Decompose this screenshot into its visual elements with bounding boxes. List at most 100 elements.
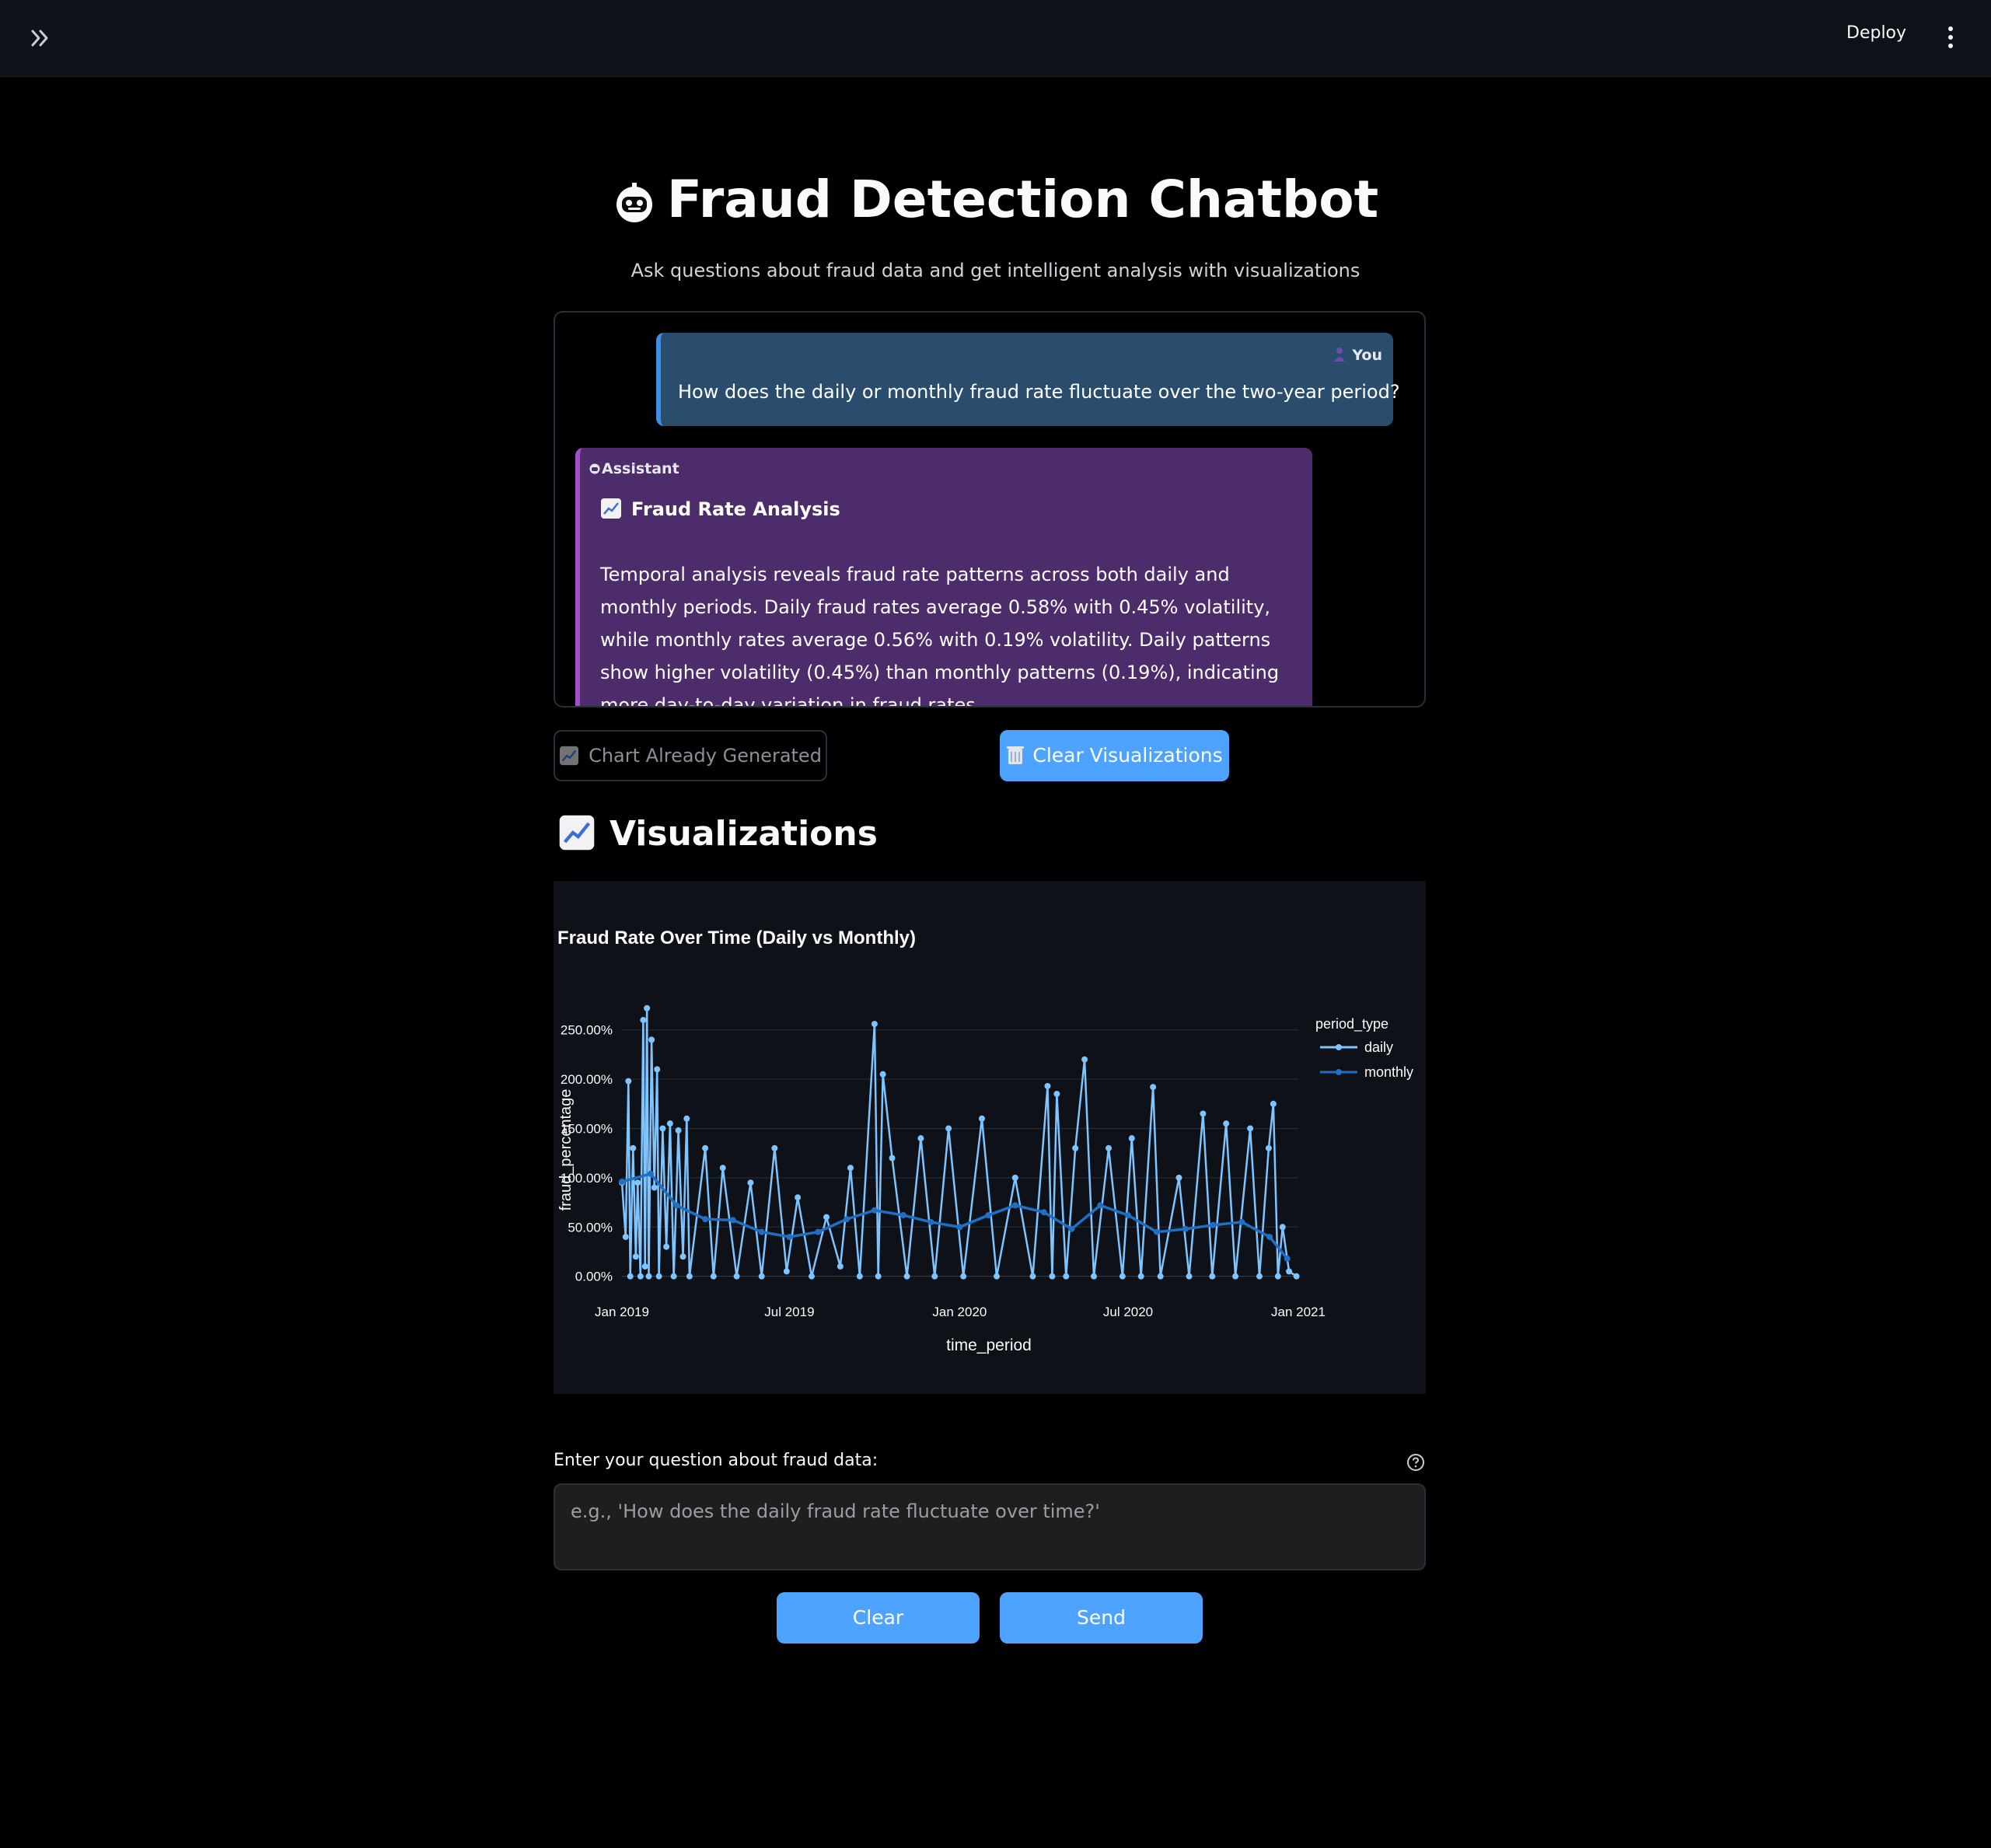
daily-point[interactable] bbox=[1150, 1084, 1157, 1091]
monthly-point[interactable] bbox=[985, 1212, 992, 1219]
daily-point[interactable] bbox=[1119, 1273, 1126, 1280]
daily-point[interactable] bbox=[847, 1165, 854, 1172]
daily-point[interactable] bbox=[1274, 1273, 1281, 1280]
monthly-point[interactable] bbox=[1097, 1202, 1104, 1209]
chart-legend[interactable]: period_type daily monthly bbox=[1315, 1016, 1413, 1080]
daily-point[interactable] bbox=[644, 1004, 651, 1011]
daily-point[interactable] bbox=[670, 1273, 677, 1280]
daily-point[interactable] bbox=[659, 1125, 666, 1132]
daily-point[interactable] bbox=[634, 1179, 641, 1186]
question-input[interactable]: e.g., 'How does the daily fraud rate flu… bbox=[554, 1483, 1426, 1570]
daily-point[interactable] bbox=[679, 1253, 686, 1260]
daily-point[interactable] bbox=[1265, 1144, 1272, 1151]
daily-point[interactable] bbox=[719, 1165, 726, 1172]
daily-point[interactable] bbox=[871, 1021, 878, 1028]
daily-point[interactable] bbox=[1247, 1125, 1254, 1132]
send-button[interactable]: Send bbox=[1000, 1592, 1203, 1644]
monthly-point[interactable] bbox=[1266, 1233, 1273, 1240]
daily-point[interactable] bbox=[1090, 1273, 1097, 1280]
monthly-point[interactable] bbox=[871, 1207, 878, 1214]
daily-point[interactable] bbox=[702, 1144, 709, 1151]
fraud-rate-chart[interactable]: Fraud Rate Over Time (Daily vs Monthly) … bbox=[554, 881, 1426, 1394]
daily-point[interactable] bbox=[795, 1194, 802, 1201]
daily-point[interactable] bbox=[823, 1214, 830, 1221]
daily-point[interactable] bbox=[875, 1273, 882, 1280]
monthly-point[interactable] bbox=[758, 1228, 765, 1235]
monthly-point[interactable] bbox=[1068, 1225, 1075, 1232]
daily-point[interactable] bbox=[978, 1115, 985, 1122]
daily-point[interactable] bbox=[994, 1273, 1001, 1280]
monthly-point[interactable] bbox=[702, 1216, 709, 1223]
daily-point[interactable] bbox=[1157, 1273, 1164, 1280]
daily-point[interactable] bbox=[747, 1179, 754, 1186]
daily-point[interactable] bbox=[1044, 1082, 1051, 1089]
monthly-point[interactable] bbox=[1238, 1218, 1245, 1225]
daily-point[interactable] bbox=[1209, 1273, 1216, 1280]
daily-point[interactable] bbox=[945, 1125, 952, 1132]
daily-point[interactable] bbox=[889, 1155, 896, 1162]
monthly-point[interactable] bbox=[927, 1218, 934, 1225]
daily-point[interactable] bbox=[917, 1135, 924, 1142]
daily-point[interactable] bbox=[630, 1144, 637, 1151]
daily-point[interactable] bbox=[1232, 1273, 1239, 1280]
daily-point[interactable] bbox=[1200, 1110, 1207, 1117]
daily-point[interactable] bbox=[771, 1144, 778, 1151]
monthly-point[interactable] bbox=[647, 1170, 654, 1177]
chat-history[interactable]: You How does the daily or monthly fraud … bbox=[554, 311, 1426, 707]
daily-point[interactable] bbox=[1137, 1273, 1144, 1280]
daily-point[interactable] bbox=[903, 1273, 910, 1280]
daily-point[interactable] bbox=[666, 1120, 673, 1127]
daily-point[interactable] bbox=[733, 1273, 740, 1280]
daily-point[interactable] bbox=[1072, 1144, 1079, 1151]
daily-point[interactable] bbox=[710, 1273, 717, 1280]
daily-point[interactable] bbox=[856, 1273, 863, 1280]
daily-point[interactable] bbox=[1293, 1273, 1300, 1280]
daily-point[interactable] bbox=[783, 1268, 790, 1275]
daily-point[interactable] bbox=[1106, 1144, 1113, 1151]
monthly-point[interactable] bbox=[815, 1228, 822, 1235]
daily-point[interactable] bbox=[1049, 1273, 1056, 1280]
daily-point[interactable] bbox=[627, 1273, 634, 1280]
sidebar-expand-icon[interactable] bbox=[28, 25, 54, 51]
deploy-button[interactable]: Deploy bbox=[1846, 23, 1906, 43]
daily-point[interactable] bbox=[1029, 1273, 1036, 1280]
daily-point[interactable] bbox=[1128, 1135, 1135, 1142]
daily-point[interactable] bbox=[1223, 1120, 1230, 1127]
daily-point[interactable] bbox=[641, 1263, 648, 1270]
daily-point[interactable] bbox=[675, 1127, 682, 1134]
daily-point[interactable] bbox=[654, 1066, 661, 1073]
daily-point[interactable] bbox=[632, 1253, 639, 1260]
clear-button[interactable]: Clear bbox=[777, 1592, 980, 1644]
monthly-point[interactable] bbox=[673, 1202, 680, 1209]
daily-point[interactable] bbox=[637, 1273, 644, 1280]
daily-point[interactable] bbox=[651, 1184, 658, 1191]
monthly-point[interactable] bbox=[1284, 1255, 1291, 1262]
daily-point[interactable] bbox=[655, 1273, 662, 1280]
monthly-point[interactable] bbox=[1153, 1228, 1160, 1235]
daily-point[interactable] bbox=[686, 1273, 693, 1280]
clear-visualizations-button[interactable]: Clear Visualizations bbox=[1000, 730, 1229, 781]
daily-point[interactable] bbox=[648, 1036, 655, 1043]
monthly-point[interactable] bbox=[1125, 1212, 1132, 1219]
daily-point[interactable] bbox=[1186, 1273, 1193, 1280]
daily-point[interactable] bbox=[622, 1233, 629, 1240]
legend-monthly-label[interactable]: monthly bbox=[1364, 1064, 1413, 1080]
daily-point[interactable] bbox=[683, 1115, 690, 1122]
daily-point[interactable] bbox=[837, 1263, 844, 1270]
daily-point[interactable] bbox=[1256, 1273, 1263, 1280]
monthly-point[interactable] bbox=[729, 1217, 736, 1224]
daily-point[interactable] bbox=[1053, 1091, 1060, 1098]
monthly-point[interactable] bbox=[956, 1224, 963, 1231]
daily-point[interactable] bbox=[960, 1273, 967, 1280]
more-menu-icon[interactable] bbox=[1943, 23, 1958, 51]
monthly-point[interactable] bbox=[1210, 1221, 1217, 1228]
monthly-point[interactable] bbox=[786, 1233, 793, 1240]
monthly-point[interactable] bbox=[1182, 1225, 1189, 1232]
monthly-point[interactable] bbox=[619, 1178, 625, 1185]
daily-point[interactable] bbox=[625, 1078, 632, 1085]
daily-point[interactable] bbox=[640, 1017, 647, 1024]
monthly-point[interactable] bbox=[1011, 1202, 1018, 1209]
daily-point[interactable] bbox=[1011, 1174, 1018, 1181]
daily-point[interactable] bbox=[1279, 1224, 1286, 1231]
daily-point[interactable] bbox=[1270, 1100, 1277, 1107]
